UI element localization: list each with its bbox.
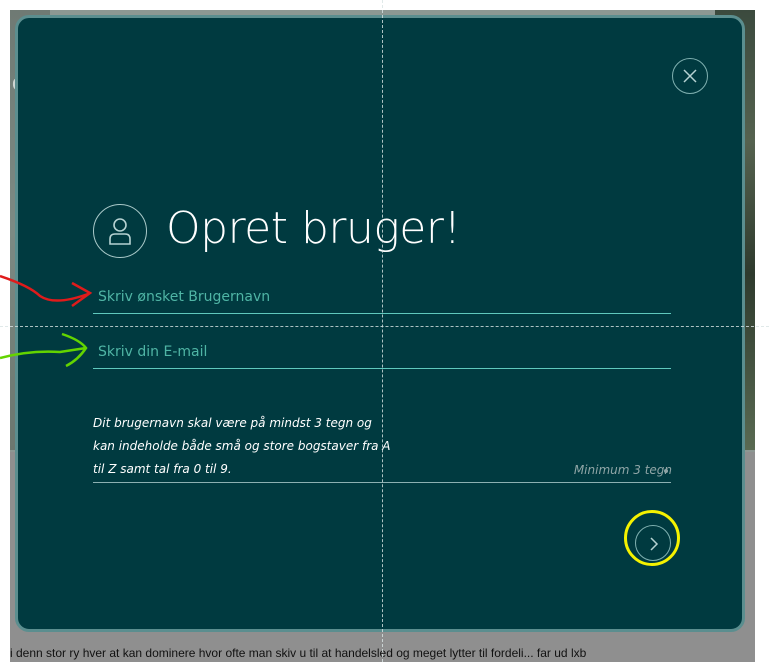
min-length-hint: Minimum 3 tegn [573, 463, 672, 477]
username-help-text: Dit brugernavn skal være på mindst 3 teg… [93, 416, 391, 476]
guide-line-vertical [382, 0, 383, 662]
close-button[interactable] [672, 58, 708, 94]
user-icon [93, 204, 147, 258]
yellow-circle-annotation [624, 510, 680, 566]
hint-dot [664, 469, 668, 473]
guide-line-horizontal [0, 326, 769, 327]
close-icon [683, 69, 697, 83]
page-title: Opret bruger! [166, 203, 461, 254]
